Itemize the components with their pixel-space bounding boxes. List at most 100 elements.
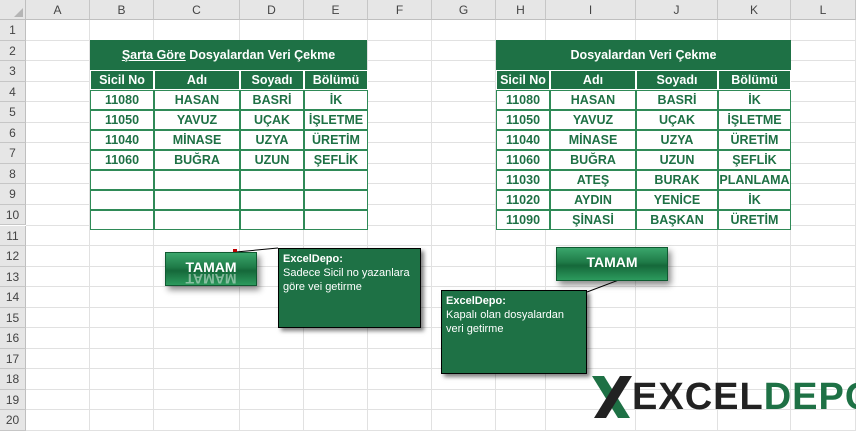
table-header-cell[interactable]: Bölümü [718,70,791,90]
table-cell[interactable]: ÜRETİM [718,210,791,230]
left-title-underlined: Şarta Göre [121,48,186,62]
table-cell[interactable]: 11060 [90,150,154,170]
table-cell[interactable]: MİNASE [550,130,636,150]
table-cell[interactable]: ÜRETİM [718,130,791,150]
column-header-e[interactable]: E [304,0,368,20]
table-cell[interactable]: UZUN [240,150,304,170]
column-header-b[interactable]: B [90,0,154,20]
table-cell[interactable]: İŞLETME [304,110,368,130]
table-cell[interactable]: BASRİ [240,90,304,110]
table-cell[interactable]: BASRİ [636,90,718,110]
row-header-17[interactable]: 17 [0,348,26,370]
table-cell[interactable]: YENİCE [636,190,718,210]
table-cell[interactable] [304,170,368,190]
row-header-10[interactable]: 10 [0,204,26,226]
row-header-13[interactable]: 13 [0,266,26,288]
left-tamam-button[interactable]: TAMAM TAMAM [165,252,257,286]
column-header-h[interactable]: H [496,0,546,20]
column-header-g[interactable]: G [432,0,496,20]
table-header-cell[interactable]: Bölümü [304,70,368,90]
table-cell[interactable]: BURAK [636,170,718,190]
row-header-15[interactable]: 15 [0,307,26,329]
table-cell[interactable]: 11090 [496,210,550,230]
table-cell[interactable]: ŞEFLİK [304,150,368,170]
table-cell[interactable]: 11020 [496,190,550,210]
table-cell[interactable] [154,170,240,190]
row-header-18[interactable]: 18 [0,369,26,390]
column-header-j[interactable]: J [636,0,718,20]
table-cell[interactable]: BAŞKAN [636,210,718,230]
row-header-20[interactable]: 20 [0,410,26,431]
table-cell[interactable] [240,210,304,230]
table-cell[interactable]: ŞEFLİK [718,150,791,170]
table-cell[interactable]: İK [304,90,368,110]
table-cell[interactable]: 11050 [496,110,550,130]
table-header-cell[interactable]: Sicil No [90,70,154,90]
table-cell[interactable] [240,190,304,210]
table-cell[interactable] [154,210,240,230]
table-cell[interactable] [240,170,304,190]
table-cell[interactable]: ATEŞ [550,170,636,190]
column-header-l[interactable]: L [791,0,856,20]
table-cell[interactable]: 11080 [90,90,154,110]
column-header-d[interactable]: D [240,0,304,20]
table-cell[interactable]: UZUN [636,150,718,170]
table-cell[interactable]: AYDIN [550,190,636,210]
select-all-corner[interactable] [0,0,26,20]
table-cell[interactable]: 11080 [496,90,550,110]
column-header-c[interactable]: C [154,0,240,20]
table-cell[interactable] [90,170,154,190]
table-header-cell[interactable]: Adı [154,70,240,90]
table-cell[interactable]: 11040 [90,130,154,150]
table-cell[interactable] [90,210,154,230]
table-cell[interactable]: 11030 [496,170,550,190]
table-cell[interactable]: 11060 [496,150,550,170]
table-cell[interactable]: YAVUZ [154,110,240,130]
table-header-cell[interactable]: Soyadı [636,70,718,90]
table-cell[interactable]: 11040 [496,130,550,150]
right-tamam-button[interactable]: TAMAM [556,247,668,281]
table-cell[interactable]: İK [718,90,791,110]
row-header-14[interactable]: 14 [0,287,26,308]
row-header-7[interactable]: 7 [0,143,26,164]
table-cell[interactable]: 11050 [90,110,154,130]
row-header-1[interactable]: 1 [0,20,26,41]
table-cell[interactable]: UÇAK [240,110,304,130]
table-cell[interactable]: İŞLETME [718,110,791,130]
column-header-a[interactable]: A [26,0,90,20]
table-cell[interactable]: BUĞRA [550,150,636,170]
row-header-9[interactable]: 9 [0,184,26,205]
row-header-16[interactable]: 16 [0,328,26,349]
table-header-cell[interactable]: Soyadı [240,70,304,90]
table-header-cell[interactable]: Adı [550,70,636,90]
row-header-6[interactable]: 6 [0,122,26,144]
table-cell[interactable]: HASAN [154,90,240,110]
table-cell[interactable] [154,190,240,210]
table-cell[interactable]: UZYA [636,130,718,150]
table-cell[interactable] [304,190,368,210]
column-header-f[interactable]: F [368,0,432,20]
row-header-12[interactable]: 12 [0,246,26,267]
row-header-19[interactable]: 19 [0,389,26,411]
table-cell[interactable]: UÇAK [636,110,718,130]
table-cell[interactable]: ÜRETİM [304,130,368,150]
row-header-11[interactable]: 11 [0,225,26,247]
row-header-2[interactable]: 2 [0,40,26,62]
table-cell[interactable]: ŞİNASİ [550,210,636,230]
column-header-k[interactable]: K [718,0,791,20]
table-cell[interactable]: BUĞRA [154,150,240,170]
column-header-i[interactable]: I [546,0,636,20]
table-cell[interactable]: MİNASE [154,130,240,150]
row-header-4[interactable]: 4 [0,81,26,103]
table-cell[interactable]: HASAN [550,90,636,110]
table-header-cell[interactable]: Sicil No [496,70,550,90]
row-header-3[interactable]: 3 [0,61,26,82]
table-cell[interactable] [304,210,368,230]
table-cell[interactable]: YAVUZ [550,110,636,130]
table-cell[interactable]: UZYA [240,130,304,150]
row-header-8[interactable]: 8 [0,163,26,185]
table-cell[interactable]: İK [718,190,791,210]
row-header-5[interactable]: 5 [0,102,26,123]
table-cell[interactable]: PLANLAMA [718,170,791,190]
table-cell[interactable] [90,190,154,210]
